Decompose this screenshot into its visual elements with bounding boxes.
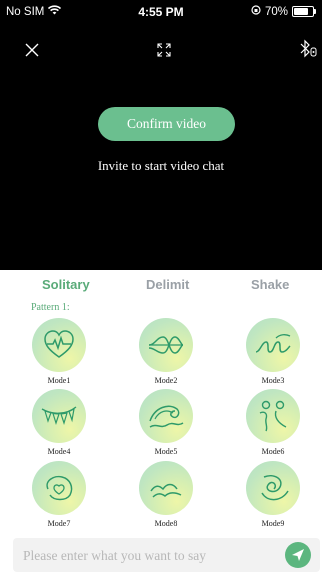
people-icon [259, 400, 287, 432]
fullscreen-button[interactable] [156, 42, 172, 58]
bluetooth-button[interactable] [298, 38, 318, 60]
battery-text: 70% [264, 5, 288, 18]
invite-text: Invite to start video chat [97, 158, 225, 173]
mode-3-label: Mode3 [261, 376, 285, 385]
loops-icon [255, 334, 291, 353]
mode-7-circle [32, 461, 86, 515]
mode-4-label: Mode4 [47, 447, 71, 456]
mode-4-button[interactable]: Mode4 [29, 389, 89, 459]
expand-icon [157, 43, 171, 57]
tab-solitary[interactable]: Solitary [42, 277, 90, 292]
mode-6-label: Mode6 [261, 447, 285, 456]
heart-swirl-icon [46, 475, 73, 501]
chat-input[interactable] [21, 538, 285, 574]
mode-5-button[interactable]: Mode5 [136, 389, 196, 459]
mode-8-label: Mode8 [154, 519, 178, 528]
hills-icon [150, 483, 182, 498]
mode-2-button[interactable]: Mode2 [136, 318, 196, 388]
mode-6-circle [246, 389, 300, 443]
confirm-video-button[interactable]: Confirm video [98, 107, 235, 141]
send-button[interactable] [285, 542, 311, 568]
video-area: No SIM 4:55 PM 70% Confirm video Invite … [0, 0, 322, 270]
sine-wave-icon [148, 336, 184, 354]
mode-9-button[interactable]: Mode9 [243, 461, 303, 531]
spiral-icon [261, 475, 289, 501]
close-button[interactable] [22, 40, 42, 60]
mode-7-label: Mode7 [47, 519, 71, 528]
mode-1-button[interactable]: Mode1 [29, 318, 89, 388]
close-icon [25, 43, 39, 57]
mode-1-circle [32, 318, 86, 372]
mode-1-label: Mode1 [47, 376, 71, 385]
mode-tabs: Solitary Delimit Shake [0, 270, 322, 300]
mode-8-circle [139, 461, 193, 515]
mode-2-label: Mode2 [154, 376, 178, 385]
mode-9-circle [246, 461, 300, 515]
mode-3-button[interactable]: Mode3 [243, 318, 303, 388]
chat-input-bar [13, 538, 320, 574]
status-right: 70% [251, 5, 316, 18]
mode-5-circle [139, 389, 193, 443]
tab-shake[interactable]: Shake [251, 277, 289, 292]
mode-9-label: Mode9 [261, 519, 285, 528]
mode-8-button[interactable]: Mode8 [136, 461, 196, 531]
send-icon [292, 549, 304, 561]
wave-icon [149, 405, 184, 428]
mode-4-circle [32, 389, 86, 443]
pattern-label: Pattern 1: [31, 302, 70, 313]
bluetooth-icon [300, 39, 317, 58]
mode-2-circle [139, 318, 193, 372]
bunting-icon [41, 406, 77, 425]
heart-pulse-icon [44, 330, 74, 358]
tab-delimit[interactable]: Delimit [146, 277, 189, 292]
mode-7-button[interactable]: Mode7 [29, 461, 89, 531]
orientation-lock-icon [251, 5, 261, 18]
status-bar: No SIM 4:55 PM 70% [0, 0, 322, 22]
mode-5-label: Mode5 [154, 447, 178, 456]
mode-6-button[interactable]: Mode6 [243, 389, 303, 459]
battery-icon [292, 6, 316, 17]
mode-3-circle [246, 318, 300, 372]
battery-fill [294, 8, 308, 15]
